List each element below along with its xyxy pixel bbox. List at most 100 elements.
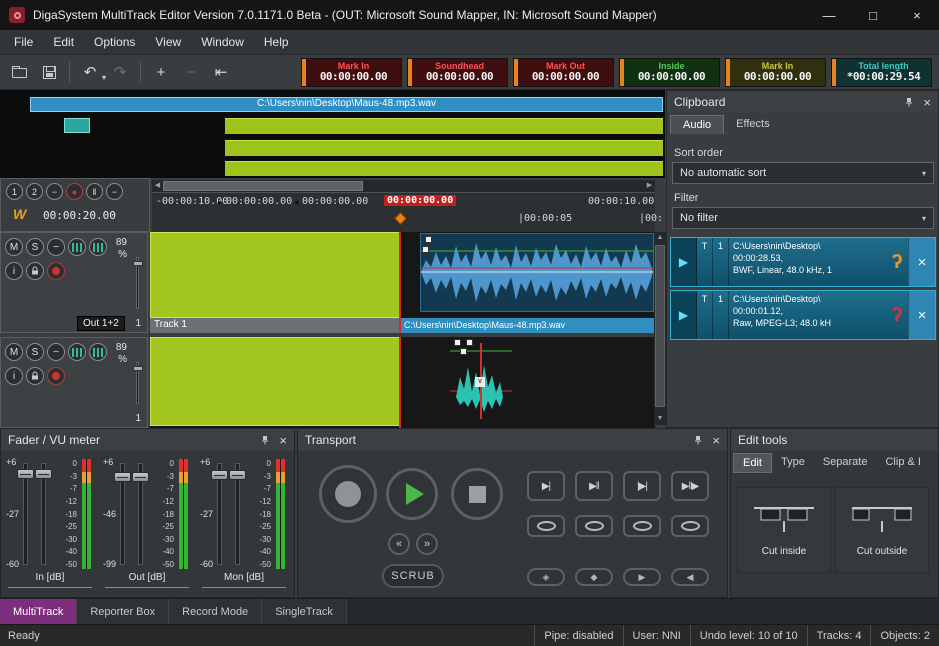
pin-icon[interactable] (904, 97, 914, 107)
loop-button-1[interactable] (527, 515, 565, 537)
menu-file[interactable]: File (4, 32, 43, 52)
menu-options[interactable]: Options (84, 32, 145, 52)
fader-knob[interactable] (211, 470, 228, 480)
overview-clip-segment[interactable] (64, 118, 90, 133)
minimize-tracks-button[interactable]: − (106, 183, 123, 200)
loop-button-4[interactable] (671, 515, 709, 537)
close-icon[interactable]: × (712, 434, 720, 447)
overview-track-bar[interactable] (225, 118, 663, 134)
cut-inside-button[interactable]: Cut inside (737, 487, 831, 573)
menu-edit[interactable]: Edit (43, 32, 84, 52)
track2-collapse-button[interactable]: − (47, 343, 65, 361)
play-pause-button[interactable]: ▶‖ (575, 471, 613, 501)
fader-knob[interactable] (114, 472, 131, 482)
pause-button[interactable]: ‖ (86, 183, 103, 200)
fader-slider-right[interactable] (41, 463, 46, 565)
tab-edit[interactable]: Edit (733, 453, 772, 473)
sort-order-select[interactable]: No automatic sort ▾ (672, 162, 934, 184)
track1-clip-label-bar[interactable]: C:\Users\nin\Desktop\Maus-48.mp3.wav (400, 318, 655, 333)
tab-separate[interactable]: Separate (814, 453, 877, 473)
overview-selected-clip[interactable]: C:\Users\nin\Desktop\Maus-48.mp3.wav (30, 97, 663, 112)
track2-mute-button[interactable]: M (5, 343, 23, 361)
fader-slider-left[interactable] (23, 463, 28, 565)
track2-record-button[interactable] (47, 367, 65, 385)
track1-volume-fader[interactable] (136, 257, 139, 309)
track1-name-bar[interactable]: Track 1 (150, 318, 400, 333)
play-button[interactable] (386, 468, 438, 520)
zoom-in-button[interactable]: + (148, 59, 174, 85)
clip-handle[interactable] (425, 236, 432, 243)
fader-slider-right[interactable] (235, 463, 240, 565)
clip-remove-button[interactable]: × (908, 238, 935, 286)
tab-type[interactable]: Type (772, 453, 814, 473)
time-ruler[interactable]: -00:00:10.00 ▸ 00:00:00.00 ◂ 00:00:00.00… (152, 192, 655, 232)
tab-audio[interactable]: Audio (670, 115, 724, 134)
filter-select[interactable]: No filter ▾ (672, 207, 934, 229)
track2-solo-button[interactable]: S (26, 343, 44, 361)
overview-track-bar[interactable] (225, 140, 663, 156)
tab-reporter-box[interactable]: Reporter Box (77, 599, 169, 624)
tab-effects[interactable]: Effects (724, 115, 781, 134)
goto-start-button[interactable]: ⇤ (208, 59, 234, 85)
scroll-down-icon[interactable]: ▼ (654, 413, 666, 425)
record-button[interactable] (319, 465, 377, 523)
scrollbar-thumb[interactable] (163, 181, 363, 191)
layout-1-button[interactable]: 1 (6, 183, 23, 200)
loop-button-3[interactable] (623, 515, 661, 537)
track1-collapse-button[interactable]: − (47, 238, 65, 256)
track2-meter2-button[interactable] (89, 343, 107, 361)
track1-meter-button[interactable] (68, 238, 86, 256)
track2-audio-clip[interactable] (150, 337, 400, 426)
clip-handle[interactable] (460, 348, 467, 355)
horizontal-scrollbar[interactable]: ◀ ▶ (152, 180, 655, 192)
loop-button-2[interactable] (575, 515, 613, 537)
clip-remove-button[interactable]: × (908, 291, 935, 339)
undo-button[interactable]: ↶▾ (77, 59, 103, 85)
track2-lock-button[interactable] (26, 367, 44, 385)
cut-outside-button[interactable]: Cut outside (835, 487, 929, 573)
step-forward-button[interactable]: ▶ (623, 568, 661, 586)
overview-track-bar[interactable] (225, 161, 663, 176)
layout-2-button[interactable]: 2 (26, 183, 43, 200)
scroll-up-icon[interactable]: ▲ (654, 232, 666, 244)
play-selection-button[interactable]: |▶| (623, 471, 661, 501)
open-button[interactable] (6, 59, 32, 85)
track2-edit-object[interactable]: v (450, 339, 512, 423)
clip-handle[interactable] (454, 339, 461, 346)
track1-solo-button[interactable]: S (26, 238, 44, 256)
close-icon[interactable]: × (923, 96, 931, 109)
tab-multitrack[interactable]: MultiTrack (0, 599, 77, 624)
nudge-forward-button[interactable]: » (416, 533, 438, 555)
wave-tool-icon[interactable]: W (13, 206, 26, 222)
close-icon[interactable]: × (279, 434, 287, 447)
record-arm-button[interactable]: ● (66, 183, 83, 200)
fader-slider-right[interactable] (138, 463, 143, 565)
menu-window[interactable]: Window (191, 32, 254, 52)
clip-handle[interactable] (466, 339, 473, 346)
clip-play-button[interactable]: ▶ (671, 238, 697, 286)
project-overview[interactable]: C:\Users\nin\Desktop\Maus-48.mp3.wav (0, 90, 665, 178)
fader-slider-left[interactable] (217, 463, 222, 565)
track1-record-button[interactable] (47, 262, 65, 280)
scroll-left-icon[interactable]: ◀ (152, 180, 163, 192)
pin-icon[interactable] (693, 435, 703, 445)
fader-knob[interactable] (132, 472, 149, 482)
track1-mute-button[interactable]: M (5, 238, 23, 256)
step-back-button[interactable]: ◀ (671, 568, 709, 586)
marker-button[interactable]: ◆ (575, 568, 613, 586)
track2-volume-fader[interactable] (136, 362, 139, 404)
nudge-back-button[interactable]: « (388, 533, 410, 555)
tab-clip-insert[interactable]: Clip & I (876, 453, 929, 473)
play-through-button[interactable]: ▶‖▶ (671, 471, 709, 501)
fader-knob[interactable] (229, 470, 246, 480)
minimize-button[interactable]: — (807, 0, 851, 30)
save-button[interactable] (36, 59, 62, 85)
object-marker[interactable]: v (475, 377, 485, 387)
track1-waveform-clip[interactable] (420, 233, 654, 312)
tab-singletrack[interactable]: SingleTrack (262, 599, 347, 624)
clip-play-button[interactable]: ▶ (671, 291, 697, 339)
scrub-button[interactable]: SCRUB (382, 564, 444, 588)
track1-audio-clip[interactable] (150, 232, 400, 318)
play-from-markin-button[interactable]: ▶| (527, 471, 565, 501)
menu-help[interactable]: Help (254, 32, 299, 52)
